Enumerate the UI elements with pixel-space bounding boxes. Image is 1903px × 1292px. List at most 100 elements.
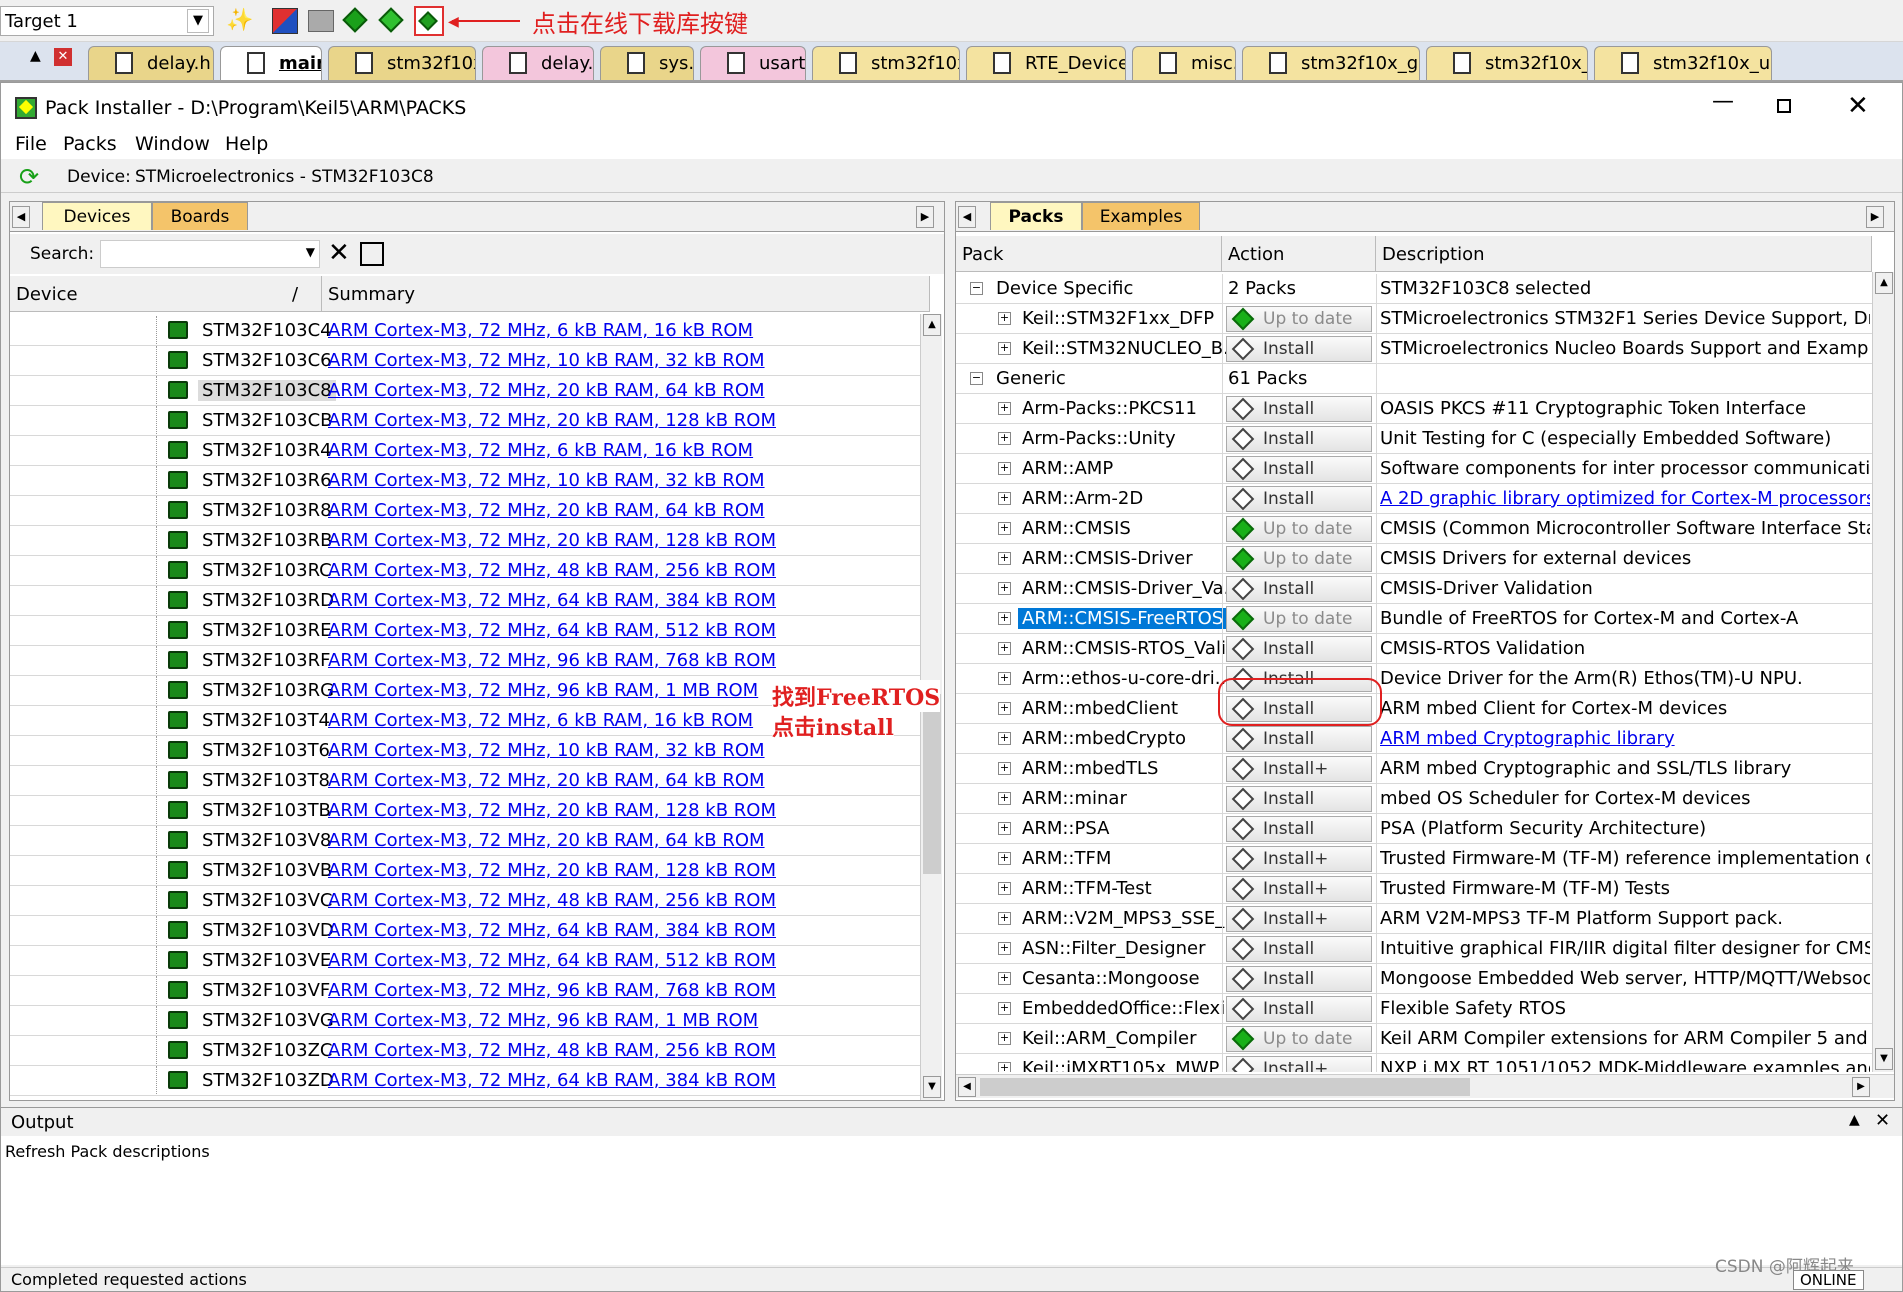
- device-summary-link[interactable]: ARM Cortex-M3, 72 MHz, 20 kB RAM, 64 kB …: [328, 770, 765, 791]
- expand-icon[interactable]: +: [998, 552, 1011, 565]
- device-row[interactable]: STM32F103VF ARM Cortex-M3, 72 MHz, 96 kB …: [10, 976, 920, 1006]
- hscroll-thumb[interactable]: [980, 1078, 1470, 1096]
- expand-icon[interactable]: +: [998, 1032, 1011, 1045]
- pack-row[interactable]: + EmbeddedOffice::Flexi... Install Flexible…: [956, 994, 1872, 1024]
- install-button[interactable]: Install: [1226, 786, 1372, 812]
- pack-row[interactable]: + ARM::Arm-2D Install A 2D graphic library …: [956, 484, 1872, 514]
- file-tab[interactable]: delay.h: [88, 46, 214, 80]
- expand-icon[interactable]: +: [998, 972, 1011, 985]
- pack-row[interactable]: + ASN::Filter_Designer Install Intuitive gr…: [956, 934, 1872, 964]
- hscroll-right-arrow[interactable]: ▶: [1852, 1077, 1870, 1097]
- col-pack-header[interactable]: Pack: [956, 236, 1222, 272]
- device-summary-link[interactable]: ARM Cortex-M3, 72 MHz, 64 kB RAM, 384 kB…: [328, 920, 776, 941]
- device-summary-link[interactable]: ARM Cortex-M3, 72 MHz, 64 kB RAM, 512 kB…: [328, 950, 776, 971]
- pack-row[interactable]: + Arm::ethos-u-core-dri... Install Device D…: [956, 664, 1872, 694]
- pack-row[interactable]: + ARM::CMSIS-RTOS_Vali... Install CMSIS-RTO…: [956, 634, 1872, 664]
- menu-help[interactable]: Help: [225, 133, 268, 155]
- clear-search-icon[interactable]: ✕: [328, 238, 350, 268]
- scroll-thumb[interactable]: [923, 694, 941, 874]
- device-summary-link[interactable]: ARM Cortex-M3, 72 MHz, 20 kB RAM, 64 kB …: [328, 830, 765, 851]
- device-row[interactable]: STM32F103V8 ARM Cortex-M3, 72 MHz, 20 kB …: [10, 826, 920, 856]
- device-summary-link[interactable]: ARM Cortex-M3, 72 MHz, 96 kB RAM, 1 MB R…: [328, 1010, 758, 1031]
- device-summary-link[interactable]: ARM Cortex-M3, 72 MHz, 96 kB RAM, 1 MB R…: [328, 680, 758, 701]
- install-button[interactable]: Install+: [1226, 906, 1372, 932]
- install-button[interactable]: Install: [1226, 636, 1372, 662]
- menu-window[interactable]: Window: [135, 133, 210, 155]
- pack-row[interactable]: + Keil::ARM_Compiler Up to date Keil ARM Co…: [956, 1024, 1872, 1054]
- expand-icon[interactable]: +: [998, 492, 1011, 505]
- pack-row[interactable]: + ARM::mbedTLS Install+ ARM mbed Cryptograp…: [956, 754, 1872, 784]
- device-row[interactable]: STM32F103VC ARM Cortex-M3, 72 MHz, 48 kB …: [10, 886, 920, 916]
- file-tab[interactable]: stm32f10x_rcc.c: [1426, 46, 1588, 80]
- install-button[interactable]: Install: [1226, 396, 1372, 422]
- tab-packs[interactable]: Packs: [990, 202, 1082, 230]
- file-tab[interactable]: delay.c: [482, 46, 594, 80]
- tab-examples[interactable]: Examples: [1082, 202, 1200, 230]
- device-summary-link[interactable]: ARM Cortex-M3, 72 MHz, 48 kB RAM, 256 kB…: [328, 890, 776, 911]
- pack-row[interactable]: + ARM::mbedCrypto Install ARM mbed Cryptogr…: [956, 724, 1872, 754]
- file-tab[interactable]: misc.c: [1132, 46, 1236, 80]
- device-row[interactable]: STM32F103RD ARM Cortex-M3, 72 MHz, 64 kB …: [10, 586, 920, 616]
- install-button[interactable]: Install: [1226, 336, 1372, 362]
- device-row[interactable]: STM32F103RB ARM Cortex-M3, 72 MHz, 20 kB …: [10, 526, 920, 556]
- device-row[interactable]: STM32F103TB ARM Cortex-M3, 72 MHz, 20 kB …: [10, 796, 920, 826]
- refresh-icon[interactable]: ⟳: [19, 163, 39, 191]
- device-summary-link[interactable]: ARM Cortex-M3, 72 MHz, 20 kB RAM, 128 kB…: [328, 410, 776, 431]
- device-summary-link[interactable]: ARM Cortex-M3, 72 MHz, 10 kB RAM, 32 kB …: [328, 350, 765, 371]
- expand-icon[interactable]: +: [998, 702, 1011, 715]
- pack-row[interactable]: + ARM::V2M_MPS3_SSE_... Install+ ARM V2M-MP…: [956, 904, 1872, 934]
- expand-icon[interactable]: +: [998, 762, 1011, 775]
- pack-group-row[interactable]: − Generic 61 Packs: [956, 364, 1872, 394]
- expand-icon[interactable]: +: [998, 342, 1011, 355]
- up-to-date-button[interactable]: Up to date: [1226, 306, 1372, 332]
- scroll-up-arrow[interactable]: ▲: [1875, 272, 1893, 294]
- install-button[interactable]: Install: [1226, 726, 1372, 752]
- scroll-down-arrow[interactable]: ▼: [1875, 1048, 1893, 1070]
- scroll-down-arrow[interactable]: ▼: [923, 1076, 941, 1098]
- select-packs-icon[interactable]: [308, 10, 334, 32]
- expand-icon[interactable]: +: [998, 432, 1011, 445]
- device-summary-link[interactable]: ARM Cortex-M3, 72 MHz, 10 kB RAM, 32 kB …: [328, 740, 765, 761]
- device-summary-link[interactable]: ARM Cortex-M3, 72 MHz, 6 kB RAM, 16 kB R…: [328, 710, 753, 731]
- device-row[interactable]: STM32F103ZD ARM Cortex-M3, 72 MHz, 64 kB …: [10, 1066, 920, 1096]
- expand-icon[interactable]: +: [998, 402, 1011, 415]
- pack-row[interactable]: + Keil::STM32F1xx_DFP Up to date STMicroele…: [956, 304, 1872, 334]
- pack-description-link[interactable]: ARM mbed Cryptographic library: [1380, 728, 1870, 749]
- device-row[interactable]: STM32F103VD ARM Cortex-M3, 72 MHz, 64 kB …: [10, 916, 920, 946]
- file-tab[interactable]: usart.c: [700, 46, 806, 80]
- pack-description-link[interactable]: A 2D graphic library optimized for Corte…: [1380, 488, 1870, 509]
- device-row[interactable]: STM32F103RC ARM Cortex-M3, 72 MHz, 48 kB …: [10, 556, 920, 586]
- minimize-button[interactable]: —: [1701, 89, 1745, 119]
- pack-row[interactable]: + ARM::CMSIS-FreeRTOS Up to date Bundle of …: [956, 604, 1872, 634]
- device-row[interactable]: STM32F103R4 ARM Cortex-M3, 72 MHz, 6 kB R…: [10, 436, 920, 466]
- device-summary-link[interactable]: ARM Cortex-M3, 72 MHz, 10 kB RAM, 32 kB …: [328, 470, 765, 491]
- pack-row[interactable]: + ARM::CMSIS-Driver Up to date CMSIS Driver…: [956, 544, 1872, 574]
- pack-row[interactable]: + ARM::CMSIS Up to date CMSIS (Common Micro…: [956, 514, 1872, 544]
- pack-row[interactable]: + Arm-Packs::Unity Install Unit Testing for…: [956, 424, 1872, 454]
- magic-wand-icon[interactable]: ✨: [226, 8, 253, 34]
- pack-installer-icon[interactable]: [414, 6, 444, 36]
- device-summary-link[interactable]: ARM Cortex-M3, 72 MHz, 20 kB RAM, 64 kB …: [328, 500, 765, 521]
- device-summary-link[interactable]: ARM Cortex-M3, 72 MHz, 20 kB RAM, 128 kB…: [328, 530, 776, 551]
- col-description-header[interactable]: Description: [1376, 236, 1872, 272]
- collapse-icon[interactable]: −: [970, 282, 983, 295]
- install-button[interactable]: Install+: [1226, 876, 1372, 902]
- scroll-right-arrow[interactable]: ▶: [916, 206, 934, 228]
- file-tab[interactable]: sys.c: [600, 46, 694, 80]
- device-summary-link[interactable]: ARM Cortex-M3, 72 MHz, 20 kB RAM, 128 kB…: [328, 800, 776, 821]
- close-icon[interactable]: ✕: [54, 48, 72, 66]
- expand-icon[interactable]: +: [998, 942, 1011, 955]
- device-row[interactable]: STM32F103VG ARM Cortex-M3, 72 MHz, 96 kB …: [10, 1006, 920, 1036]
- pack-row[interactable]: + Keil::STM32NUCLEO_B... Install STMicroele…: [956, 334, 1872, 364]
- device-row[interactable]: STM32F103CB ARM Cortex-M3, 72 MHz, 20 kB …: [10, 406, 920, 436]
- pack-diamond-icon[interactable]: [342, 7, 368, 33]
- menu-file[interactable]: File: [15, 133, 47, 155]
- install-button[interactable]: Install: [1226, 456, 1372, 482]
- device-summary-link[interactable]: ARM Cortex-M3, 72 MHz, 20 kB RAM, 64 kB …: [328, 380, 765, 401]
- device-row[interactable]: STM32F103C6 ARM Cortex-M3, 72 MHz, 10 kB …: [10, 346, 920, 376]
- pack-hscrollbar[interactable]: ◀ ▶: [956, 1074, 1894, 1098]
- device-row[interactable]: STM32F103R6 ARM Cortex-M3, 72 MHz, 10 kB …: [10, 466, 920, 496]
- close-icon[interactable]: ✕: [1875, 1110, 1890, 1131]
- install-button[interactable]: Install+: [1226, 846, 1372, 872]
- pack-row[interactable]: + ARM::TFM Install+ Trusted Firmware-M (TF-…: [956, 844, 1872, 874]
